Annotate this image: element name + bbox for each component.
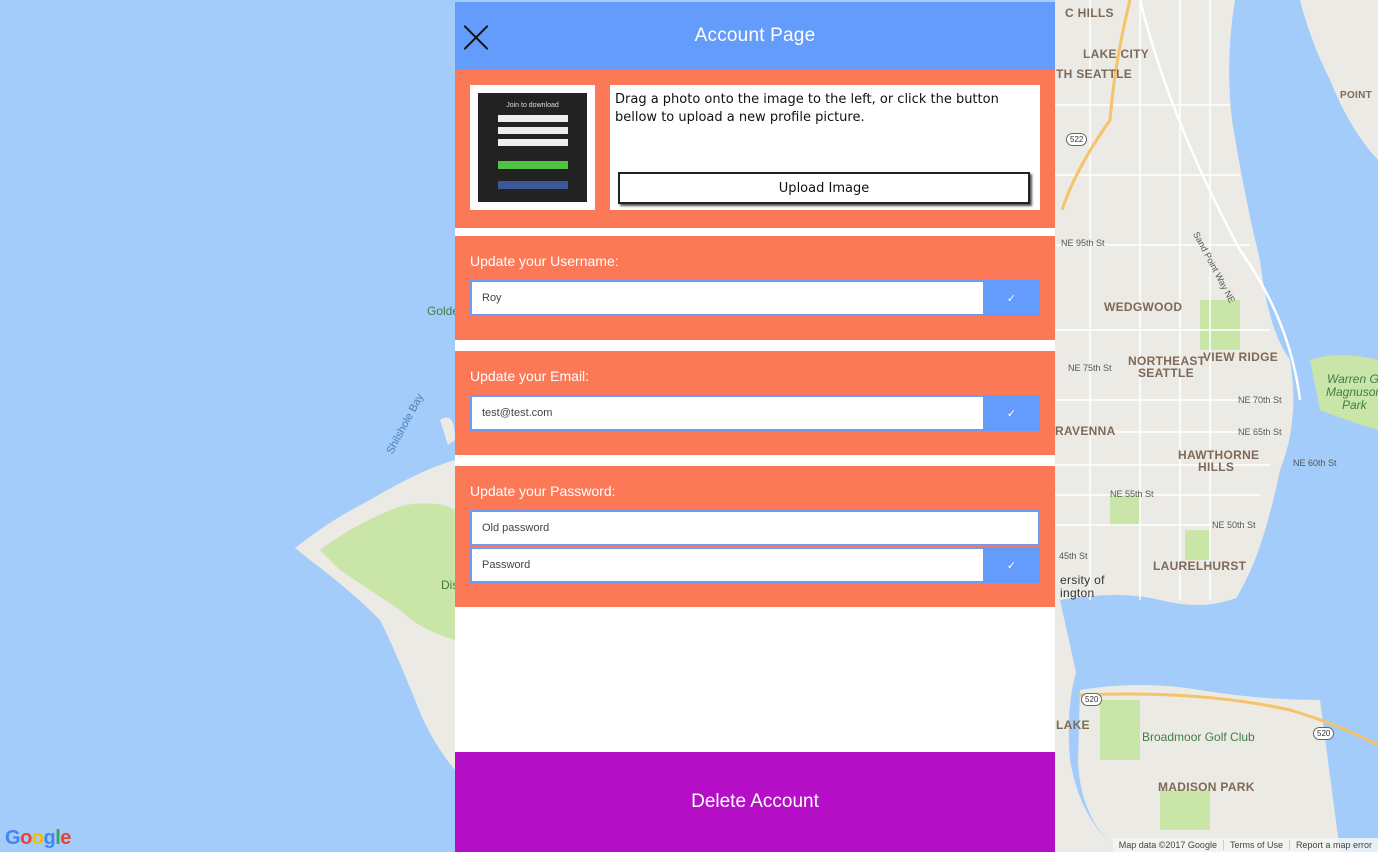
thumb-field [498, 139, 568, 146]
new-password-input[interactable] [470, 547, 983, 583]
old-password-row [470, 510, 1040, 546]
map-label-madison-park: MADISON PARK [1158, 780, 1255, 794]
map-label-wedgwood: WEDGWOOD [1104, 300, 1183, 314]
report-map-error-link[interactable]: Report a map error [1288, 840, 1378, 850]
email-input[interactable] [470, 395, 983, 431]
profile-picture-dropzone[interactable]: Join to download [470, 85, 595, 210]
map-label-point: POINT [1340, 90, 1373, 101]
highway-520-shield: 520 [1081, 693, 1103, 706]
map-label-university-2: ington [1060, 586, 1095, 600]
profile-photo-section: Join to download Drag a photo onto the i… [455, 70, 1055, 228]
thumb-green-button [498, 161, 568, 169]
map-street-ne65: NE 65th St [1238, 427, 1282, 437]
map-street-45: 45th St [1059, 551, 1088, 561]
email-row: ✓ [470, 395, 1040, 431]
map-label-warren-3: Park [1342, 398, 1367, 412]
map-street-ne95: NE 95th St [1061, 238, 1105, 248]
map-label-university-1: ersity of [1060, 573, 1105, 587]
map-label-lake-city: LAKE CITY [1083, 47, 1150, 61]
email-confirm-button[interactable]: ✓ [983, 395, 1040, 431]
map-label-broadmoor: Broadmoor Golf Club [1142, 730, 1255, 744]
map-street-ne60: NE 60th St [1293, 458, 1337, 468]
upload-description-box: Drag a photo onto the image to the left,… [610, 85, 1040, 210]
thumb-field [498, 127, 568, 134]
map-label-laurelhurst: LAURELHURST [1153, 559, 1247, 573]
map-footer: Map data ©2017 Google Terms of Use Repor… [1112, 838, 1378, 852]
thumb-field [498, 115, 568, 122]
map-label-north-seattle: TH SEATTLE [1056, 67, 1133, 81]
email-label: Update your Email: [470, 368, 590, 384]
highway-520-shield-east: 520 [1313, 727, 1335, 740]
map-street-ne55: NE 55th St [1110, 489, 1154, 499]
profile-picture-caption: Join to download [506, 102, 559, 109]
map-data-attribution: Map data ©2017 Google [1118, 840, 1217, 850]
delete-account-button[interactable]: Delete Account [455, 752, 1055, 852]
username-row: ✓ [470, 280, 1040, 316]
map-label-warren-2: Magnuson [1326, 385, 1378, 399]
account-header: Account Page [455, 2, 1055, 70]
thumb-blue-button [498, 181, 568, 189]
old-password-input[interactable] [470, 510, 1040, 546]
map-label-northeast-seattle-2: SEATTLE [1138, 366, 1194, 380]
map-label-ravenna: RAVENNA [1055, 424, 1116, 438]
map-label-hawthorne-2: HILLS [1198, 460, 1235, 474]
google-logo[interactable]: Google [5, 827, 71, 850]
email-section: Update your Email: ✓ [455, 351, 1055, 455]
username-section: Update your Username: ✓ [455, 236, 1055, 340]
terms-of-use-link[interactable]: Terms of Use [1222, 840, 1289, 850]
map-street-ne70: NE 70th St [1238, 395, 1282, 405]
upload-description: Drag a photo onto the image to the left,… [615, 92, 999, 125]
close-icon[interactable] [463, 24, 489, 50]
map-street-ne75: NE 75th St [1068, 363, 1112, 373]
map-label-view-ridge: VIEW RIDGE [1203, 350, 1279, 364]
new-password-row: ✓ [470, 547, 1040, 583]
map-street-ne50: NE 50th St [1212, 520, 1256, 530]
username-input[interactable] [470, 280, 983, 316]
username-label: Update your Username: [470, 253, 619, 269]
upload-image-button[interactable]: Upload Image [618, 172, 1030, 204]
password-label: Update your Password: [470, 483, 616, 499]
username-confirm-button[interactable]: ✓ [983, 280, 1040, 316]
password-confirm-button[interactable]: ✓ [983, 547, 1040, 583]
highway-522-shield: 522 [1066, 133, 1088, 146]
map-label-warren-1: Warren G. [1327, 372, 1378, 386]
map-label-hills: C HILLS [1065, 6, 1114, 20]
password-section: Update your Password: ✓ [455, 466, 1055, 607]
map-label-lake: LAKE [1056, 718, 1090, 732]
profile-picture: Join to download [478, 93, 587, 202]
account-panel: Account Page Join to download Drag a pho… [455, 2, 1055, 852]
page-title: Account Page [694, 25, 816, 46]
